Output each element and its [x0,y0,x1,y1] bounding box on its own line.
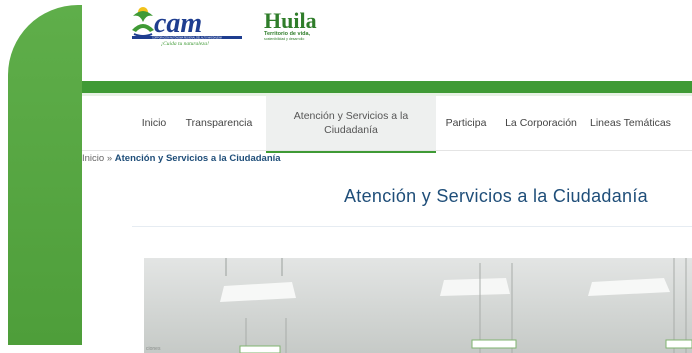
office-photo-illustration: ciones [146,258,692,353]
breadcrumb: Inicio » Atención y Servicios a la Ciuda… [82,153,281,164]
nav-item-label: Lineas Temáticas [590,117,671,129]
nav-item-lineas-tematicas[interactable]: Lineas Temáticas [590,96,692,150]
page: cam CORPORACIÓN AUTÓNOMA REGIONAL DEL AL… [82,0,692,353]
cam-logo-band: CORPORACIÓN AUTÓNOMA REGIONAL DEL ALTO M… [152,37,222,40]
hanging-sign [471,339,517,349]
nav-item-atencion[interactable]: Atención y Servicios a la Ciudadanía [266,96,436,153]
nav-item-participa[interactable]: Participa [438,96,494,150]
hanging-sign [239,345,281,353]
ceiling-light [588,278,670,296]
nav-item-transparencia[interactable]: Transparencia [178,96,260,150]
huila-logo[interactable]: Huila Territorio de vida, sostenibilidad… [262,6,332,42]
ceiling-light [220,282,296,302]
huila-logo-text: Huila [264,8,317,33]
photo-caption: ciones [146,346,161,352]
title-divider [132,226,692,227]
breadcrumb-current: Atención y Servicios a la Ciudadanía [114,153,281,164]
huila-logo-tagline-2: sostenibilidad y desarrollo [264,37,304,41]
cam-logo-text: cam [154,8,202,39]
breadcrumb-separator: » [106,153,113,164]
header-green-bar [82,81,692,93]
office-photo: ciones [144,258,692,353]
decorative-green-tab [8,5,83,345]
emblem-leaf [133,11,153,22]
nav-item-label: Inicio [141,117,167,129]
cam-logo-tagline: ¡Cuida tu naturaleza! [161,41,209,47]
nav-divider [82,150,692,151]
hanging-sign [665,339,692,349]
nav-item-label: Participa [445,117,487,129]
nav-item-la-corporacion[interactable]: La Corporación [496,96,586,150]
page-title: Atención y Servicios a la Ciudadanía [344,186,648,206]
ceiling-light [440,278,510,296]
main-nav: Inicio Transparencia Atención y Servicio… [82,96,692,154]
nav-item-label: La Corporación [505,117,577,129]
nav-item-label: Atención y Servicios a la Ciudadanía [293,110,409,136]
cam-logo[interactable]: cam CORPORACIÓN AUTÓNOMA REGIONAL DEL AL… [130,4,245,48]
nav-item-label: Transparencia [185,117,253,129]
breadcrumb-home-link[interactable]: Inicio [82,153,104,164]
emblem-arc [132,24,154,32]
nav-item-inicio[interactable]: Inicio [134,96,174,150]
